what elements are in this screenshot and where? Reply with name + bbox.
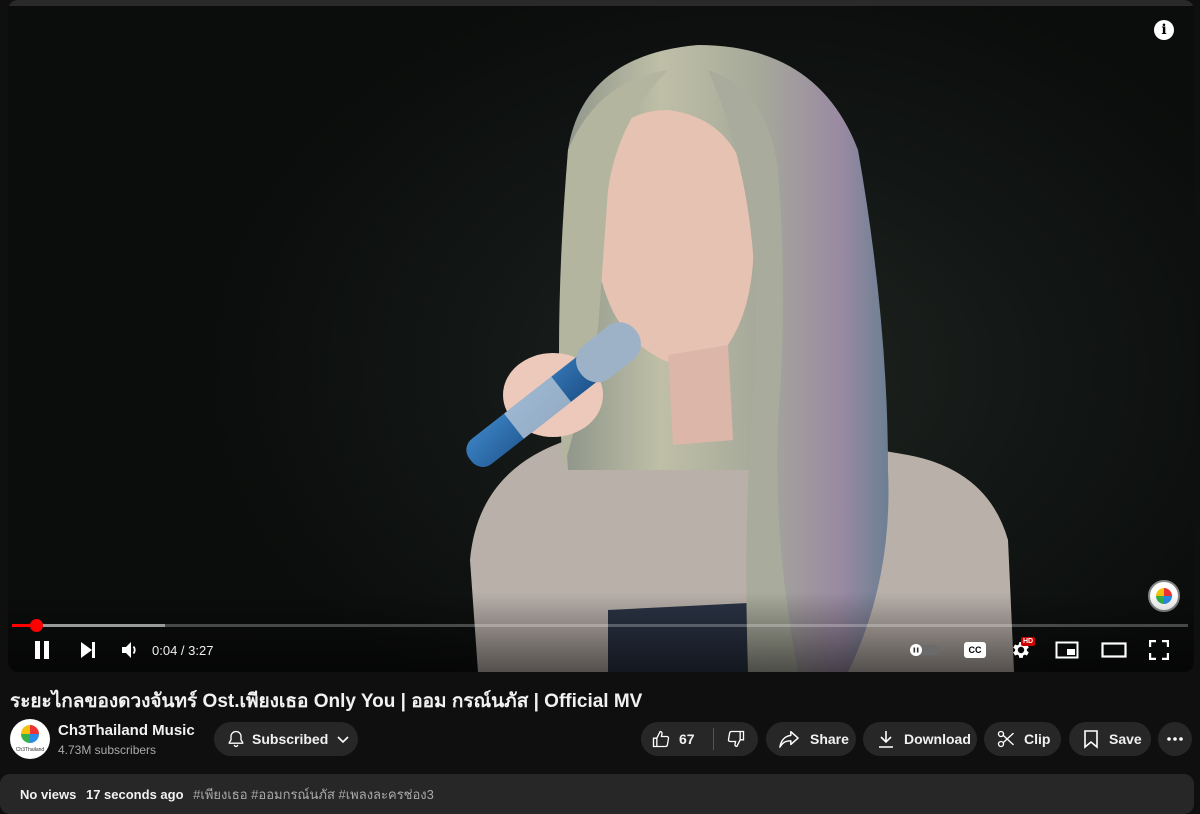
theater-icon <box>1101 642 1127 658</box>
fullscreen-icon <box>1149 640 1169 660</box>
thumbs-up-icon <box>652 730 670 748</box>
upload-age: 17 seconds ago <box>85 787 184 802</box>
next-button[interactable] <box>76 636 100 664</box>
thumbs-down-icon <box>727 730 745 748</box>
progress-scrubber[interactable] <box>29 619 43 632</box>
miniplayer-button[interactable] <box>1054 636 1080 664</box>
neck <box>668 345 733 445</box>
chevron-down-icon <box>337 736 349 744</box>
theater-mode-button[interactable] <box>1100 636 1128 664</box>
info-icon[interactable]: i <box>1154 20 1174 40</box>
progress-bar[interactable] <box>12 619 1188 632</box>
volume-button[interactable] <box>118 636 142 664</box>
channel-avatar[interactable]: Ch3Thailand <box>10 719 50 759</box>
captions-icon: CC <box>964 642 986 658</box>
bell-icon <box>228 730 244 748</box>
share-label: Share <box>810 731 849 747</box>
settings-button[interactable]: HD <box>1008 636 1036 664</box>
volume-icon <box>122 642 136 658</box>
captions-label: CC <box>968 645 982 655</box>
dislike-button[interactable] <box>714 722 758 756</box>
video-frame <box>466 45 1014 672</box>
subscribed-button[interactable]: Subscribed <box>214 722 358 756</box>
channel-name[interactable]: Ch3Thailand Music <box>58 722 195 739</box>
download-label: Download <box>904 731 971 747</box>
autoplay-toggle[interactable] <box>906 636 942 664</box>
subscriber-count: 4.73M subscribers <box>58 743 157 757</box>
pause-icon <box>35 641 49 659</box>
captions-button[interactable]: CC <box>962 636 988 664</box>
share-icon <box>779 731 799 748</box>
clip-button[interactable]: Clip <box>984 722 1061 756</box>
video-title: ระยะไกลของดวงจันทร์ Ost.เพียงเธอ Only Yo… <box>10 691 643 712</box>
save-button[interactable]: Save <box>1069 722 1151 756</box>
download-button[interactable]: Download <box>863 722 977 756</box>
video-player[interactable]: i <box>8 0 1194 672</box>
share-button[interactable]: Share <box>766 722 856 756</box>
more-horizontal-icon <box>1167 737 1183 741</box>
save-label: Save <box>1109 731 1142 747</box>
time-display: 0:04 / 3:27 <box>152 643 214 658</box>
hd-badge: HD <box>1021 637 1036 646</box>
fullscreen-button[interactable] <box>1146 636 1172 664</box>
download-icon <box>879 731 893 748</box>
subscribed-label: Subscribed <box>252 731 329 747</box>
miniplayer-icon <box>1055 641 1079 659</box>
scissors-icon <box>997 730 1014 748</box>
like-dislike-group: 67 <box>641 722 758 756</box>
like-button[interactable]: 67 <box>641 722 713 756</box>
hashtags[interactable]: #เพียงเธอ #ออมกรณ์นภัส #เพลงละครช่อง3 <box>193 787 434 802</box>
pause-button[interactable] <box>30 636 54 664</box>
bookmark-icon <box>1084 730 1098 749</box>
more-actions-button[interactable] <box>1158 722 1192 756</box>
clip-label: Clip <box>1024 731 1051 747</box>
description-meta: No views 17 seconds ago #เพียงเธอ #ออมกร… <box>20 784 434 805</box>
like-count: 67 <box>679 731 695 747</box>
view-count: No views <box>20 787 77 802</box>
autoplay-toggle-icon <box>909 644 939 656</box>
next-icon <box>81 642 95 658</box>
